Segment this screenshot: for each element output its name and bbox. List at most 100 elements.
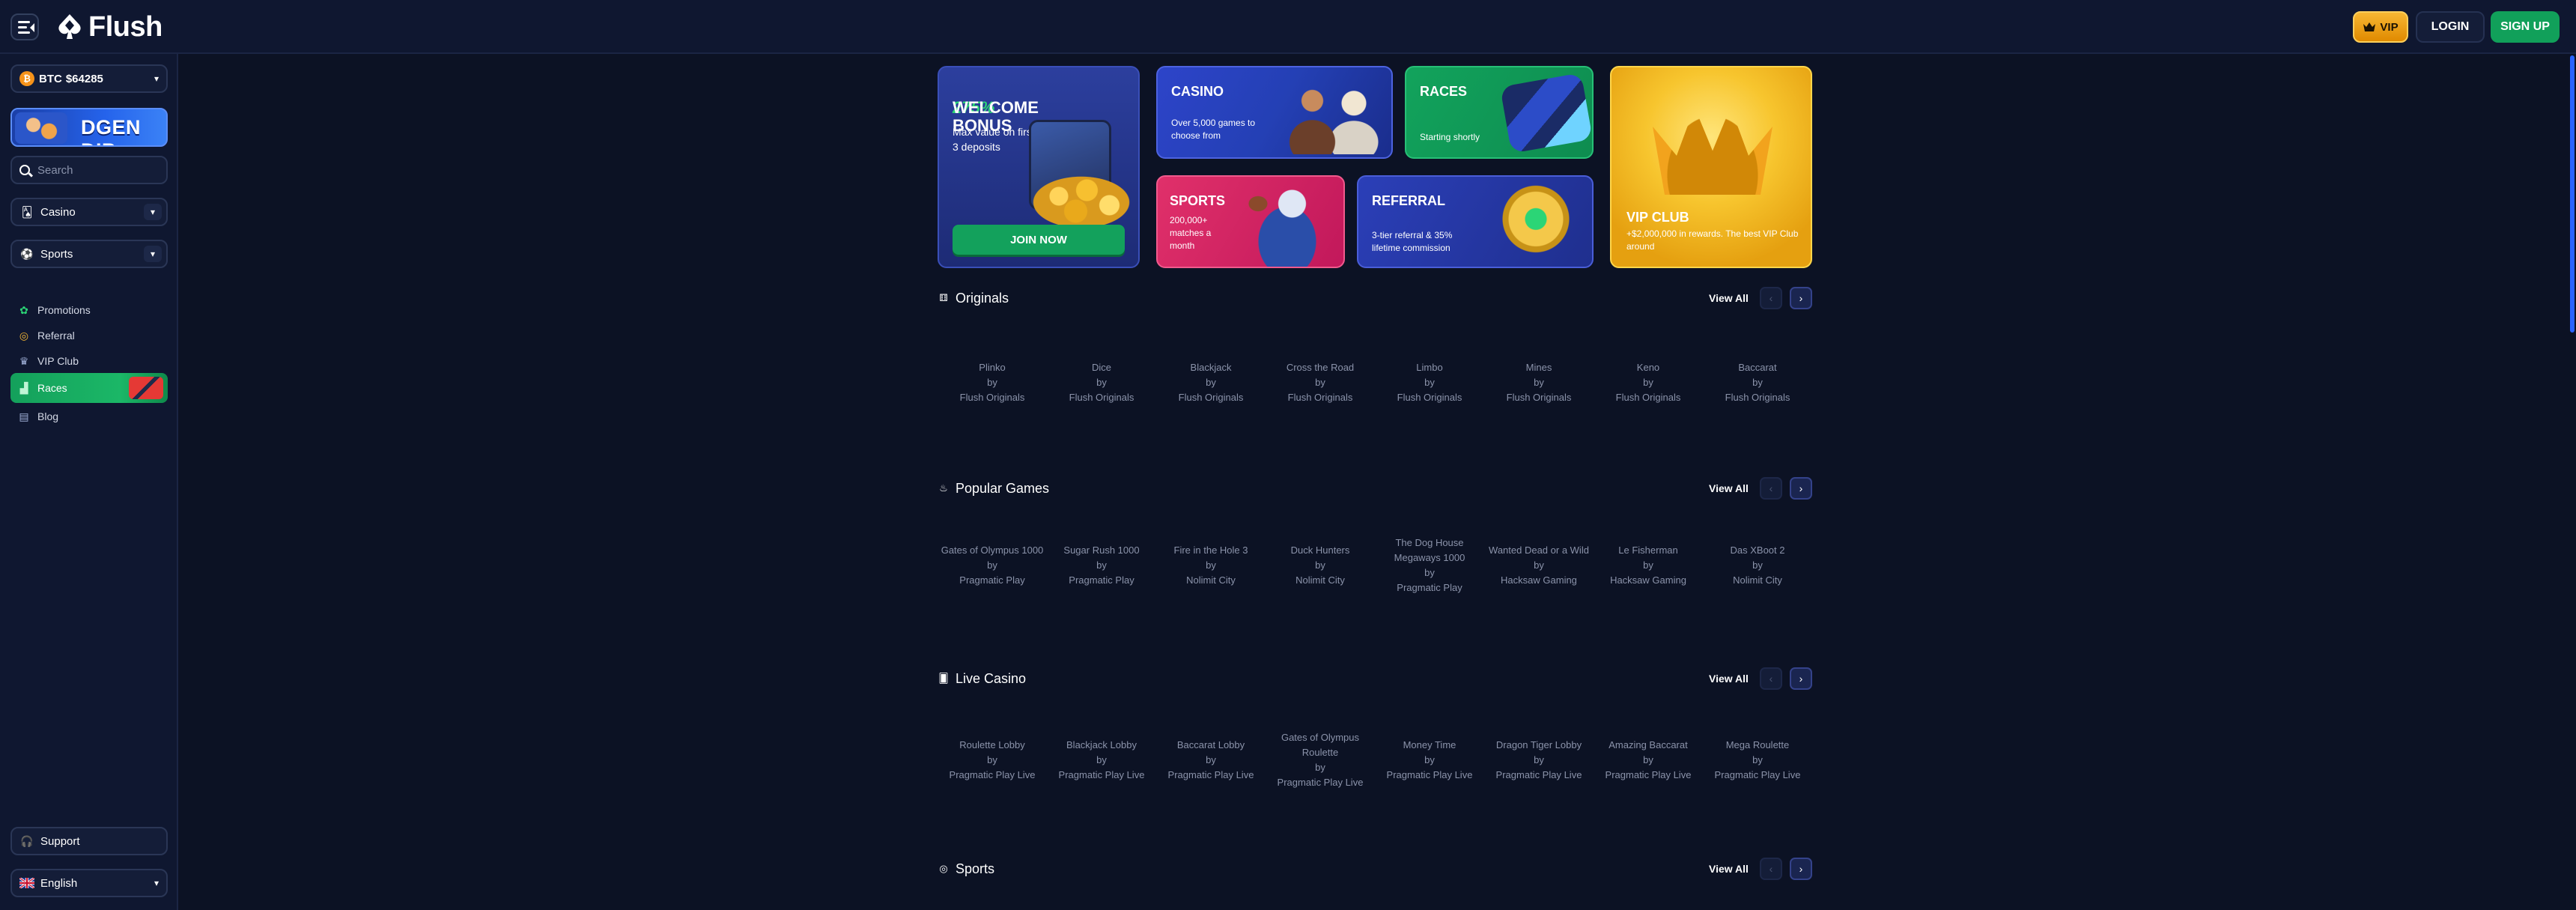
game-card[interactable]: Plinko by Flush Originals bbox=[938, 345, 1047, 420]
game-card-text: Wanted Dead or a Wild by Hacksaw Gaming bbox=[1489, 543, 1589, 588]
game-card[interactable]: Keno by Flush Originals bbox=[1594, 345, 1703, 420]
page-scrollbar-thumb[interactable] bbox=[2570, 55, 2575, 333]
view-all-originals-link[interactable]: View All bbox=[1709, 288, 1749, 308]
game-card[interactable]: Blackjack Lobby by Pragmatic Play Live bbox=[1047, 723, 1156, 798]
search-box[interactable] bbox=[10, 156, 168, 184]
banner-illustration bbox=[15, 112, 67, 144]
vip-club-promo-card[interactable]: VIP CLUB +$2,000,000 in rewards. The bes… bbox=[1610, 66, 1812, 268]
game-name: Duck Hunters bbox=[1290, 545, 1350, 556]
game-name: Roulette Lobby bbox=[959, 739, 1025, 750]
support-button[interactable]: 🎧 Support bbox=[10, 827, 168, 855]
live-casino-next-button[interactable]: › bbox=[1790, 667, 1812, 690]
game-card-text: Sugar Rush 1000 by Pragmatic Play bbox=[1063, 543, 1139, 588]
game-name: Limbo bbox=[1416, 362, 1443, 373]
newspaper-icon: ▤ bbox=[19, 410, 29, 422]
originals-next-button[interactable]: › bbox=[1790, 287, 1812, 309]
live-cards-icon: 🂠 bbox=[938, 673, 949, 684]
chevron-right-icon: › bbox=[1799, 482, 1803, 494]
popular-games-prev-button[interactable]: ‹ bbox=[1760, 477, 1782, 500]
sports-dropdown-label: Sports bbox=[40, 247, 73, 261]
language-selector[interactable]: English ▾ bbox=[10, 869, 168, 897]
section-title-text: Popular Games bbox=[956, 480, 1050, 496]
popular-games-next-button[interactable]: › bbox=[1790, 477, 1812, 500]
game-card-text: Roulette Lobby by Pragmatic Play Live bbox=[950, 738, 1036, 783]
sports-dropdown[interactable]: ⚽ Sports ▾ bbox=[10, 240, 168, 268]
races-promo-card[interactable]: RACES Starting shortly bbox=[1405, 66, 1594, 159]
sports-next-button[interactable]: › bbox=[1790, 858, 1812, 880]
game-card[interactable]: Dice by Flush Originals bbox=[1047, 345, 1156, 420]
vip-button-label: VIP bbox=[2380, 20, 2399, 34]
chevron-right-icon: › bbox=[1799, 863, 1803, 875]
game-card-text: Fire in the Hole 3 by Nolimit City bbox=[1174, 543, 1248, 588]
view-all-sports-link[interactable]: View All bbox=[1709, 859, 1749, 879]
game-card[interactable]: Baccarat Lobby by Pragmatic Play Live bbox=[1156, 723, 1266, 798]
section-title-text: Originals bbox=[956, 290, 1009, 306]
game-by: by bbox=[1643, 754, 1653, 765]
originals-prev-button[interactable]: ‹ bbox=[1760, 287, 1782, 309]
game-provider: Nolimit City bbox=[1295, 574, 1345, 586]
chevron-down-icon: ▾ bbox=[144, 246, 162, 262]
game-card[interactable]: Sugar Rush 1000 by Pragmatic Play bbox=[1047, 528, 1156, 603]
login-button[interactable]: LOGIN bbox=[2416, 11, 2485, 43]
casino-promo-card[interactable]: CASINO Over 5,000 games to choose from bbox=[1156, 66, 1393, 159]
join-now-button[interactable]: JOIN NOW bbox=[953, 225, 1125, 255]
casino-dropdown[interactable]: 🂡 Casino ▾ bbox=[10, 198, 168, 226]
game-provider: Pragmatic Play Live bbox=[1277, 777, 1364, 788]
game-name: Money Time bbox=[1403, 739, 1456, 750]
game-card[interactable]: Duck Hunters by Nolimit City bbox=[1266, 528, 1375, 603]
game-card[interactable]: Gates of Olympus Roulette by Pragmatic Pla… bbox=[1266, 723, 1375, 798]
signup-button[interactable]: SIGN UP bbox=[2491, 11, 2560, 43]
game-card[interactable]: Baccarat by Flush Originals bbox=[1703, 345, 1812, 420]
game-by: by bbox=[1643, 377, 1653, 388]
game-card[interactable]: Mines by Flush Originals bbox=[1484, 345, 1594, 420]
game-card[interactable]: Mega Roulette by Pragmatic Play Live bbox=[1703, 723, 1812, 798]
game-card-text: Blackjack by Flush Originals bbox=[1179, 360, 1244, 405]
view-all-live-casino-link[interactable]: View All bbox=[1709, 669, 1749, 688]
game-provider: Pragmatic Play Live bbox=[1386, 769, 1473, 780]
game-card[interactable]: Limbo by Flush Originals bbox=[1375, 345, 1484, 420]
sidebar-item-blog[interactable]: ▤ Blog bbox=[16, 407, 58, 425]
live-casino-prev-button[interactable]: ‹ bbox=[1760, 667, 1782, 690]
game-card[interactable]: Das XBoot 2 by Nolimit City bbox=[1703, 528, 1812, 603]
view-all-popular-games-link[interactable]: View All bbox=[1709, 479, 1749, 498]
game-by: by bbox=[1206, 559, 1216, 571]
vip-button[interactable]: VIP bbox=[2353, 11, 2408, 43]
game-card[interactable]: Roulette Lobby by Pragmatic Play Live bbox=[938, 723, 1047, 798]
game-provider: Pragmatic Play Live bbox=[1058, 769, 1145, 780]
game-card[interactable]: Le Fisherman by Hacksaw Gaming bbox=[1594, 528, 1703, 603]
sidebar-item-vip-club[interactable]: ♛ VIP Club bbox=[16, 352, 79, 370]
game-name: Cross the Road bbox=[1286, 362, 1355, 373]
search-input[interactable] bbox=[37, 163, 150, 177]
game-provider: Nolimit City bbox=[1733, 574, 1782, 586]
dgen-dip-banner[interactable]: DGEN DIP bbox=[10, 108, 168, 147]
sidebar-item-referral[interactable]: ◎ Referral bbox=[16, 327, 75, 345]
game-card[interactable]: Money Time by Pragmatic Play Live bbox=[1375, 723, 1484, 798]
game-card-text: Dragon Tiger Lobby by Pragmatic Play Live bbox=[1496, 738, 1582, 783]
sports-promo-card[interactable]: SPORTS 200,000+ matches a month bbox=[1156, 175, 1345, 268]
game-card[interactable]: The Dog House Megaways 1000 by Pragmatic P… bbox=[1375, 528, 1484, 603]
game-card[interactable]: Amazing Baccarat by Pragmatic Play Live bbox=[1594, 723, 1703, 798]
menu-toggle-button[interactable] bbox=[10, 13, 39, 40]
sports-promo-title: SPORTS bbox=[1170, 193, 1226, 208]
game-name: Gates of Olympus Roulette bbox=[1281, 732, 1360, 758]
game-card-text: Mega Roulette by Pragmatic Play Live bbox=[1715, 738, 1801, 783]
game-card[interactable]: Blackjack by Flush Originals bbox=[1156, 345, 1266, 420]
game-by: by bbox=[987, 559, 997, 571]
game-card[interactable]: Cross the Road by Flush Originals bbox=[1266, 345, 1375, 420]
brand-logo[interactable]: Flush bbox=[57, 10, 162, 43]
game-card[interactable]: Dragon Tiger Lobby by Pragmatic Play Live bbox=[1484, 723, 1594, 798]
sidebar-item-races[interactable]: ▟ Races bbox=[10, 373, 168, 403]
referral-promo-card[interactable]: REFERRAL 3-tier referral & 35% lifetime … bbox=[1357, 175, 1594, 268]
vip-club-promo-title: VIP CLUB bbox=[1626, 210, 1689, 225]
welcome-bonus-card[interactable]: 275% WELCOME BONUS Max value on first 3 … bbox=[938, 66, 1140, 268]
game-name: Mega Roulette bbox=[1725, 739, 1790, 750]
search-icon bbox=[19, 165, 30, 175]
sports-prev-button[interactable]: ‹ bbox=[1760, 858, 1782, 880]
game-by: by bbox=[1752, 377, 1763, 388]
balance-selector[interactable]: ₿ BTC $64285 ▾ bbox=[10, 64, 168, 93]
sidebar-item-promotions[interactable]: ✿ Promotions bbox=[16, 301, 91, 319]
game-card[interactable]: Wanted Dead or a Wild by Hacksaw Gaming bbox=[1484, 528, 1594, 603]
game-card[interactable]: Fire in the Hole 3 by Nolimit City bbox=[1156, 528, 1266, 603]
game-card[interactable]: Gates of Olympus 1000 by Pragmatic Play bbox=[938, 528, 1047, 603]
vip-club-promo-text: +$2,000,000 in rewards. The best VIP Clu… bbox=[1626, 228, 1799, 252]
